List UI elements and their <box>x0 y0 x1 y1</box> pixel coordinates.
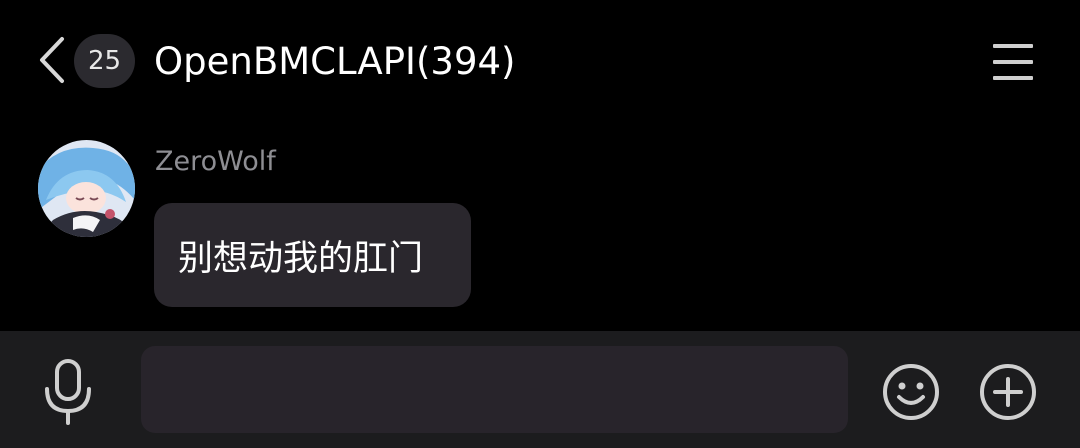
emoji-button[interactable] <box>880 361 942 423</box>
chat-title: OpenBMCLAPI(394) <box>154 40 516 83</box>
hamburger-menu-icon <box>988 40 1038 84</box>
more-button[interactable] <box>977 361 1039 423</box>
avatar[interactable] <box>38 140 135 237</box>
message-item: ZeroWolf 别想动我的肛门 <box>0 130 1080 330</box>
unread-count-badge[interactable]: 25 <box>74 34 135 88</box>
voice-button[interactable] <box>38 357 98 427</box>
sender-name: ZeroWolf <box>155 146 276 177</box>
input-bar <box>0 331 1080 448</box>
message-bubble[interactable]: 别想动我的肛门 <box>154 203 471 307</box>
chat-screen: 25 OpenBMCLAPI(394) ZeroWolf 别想动我的肛门 <box>0 0 1080 448</box>
smiley-icon <box>880 361 942 423</box>
microphone-icon <box>38 357 98 427</box>
avatar-anime-image <box>38 140 135 237</box>
chevron-left-icon <box>37 35 67 85</box>
plus-circle-icon <box>977 361 1039 423</box>
menu-button[interactable] <box>988 40 1038 84</box>
chat-header: 25 OpenBMCLAPI(394) <box>0 0 1080 124</box>
back-button[interactable] <box>30 30 74 90</box>
message-text: 别想动我的肛门 <box>178 238 424 279</box>
message-input[interactable] <box>141 346 848 433</box>
